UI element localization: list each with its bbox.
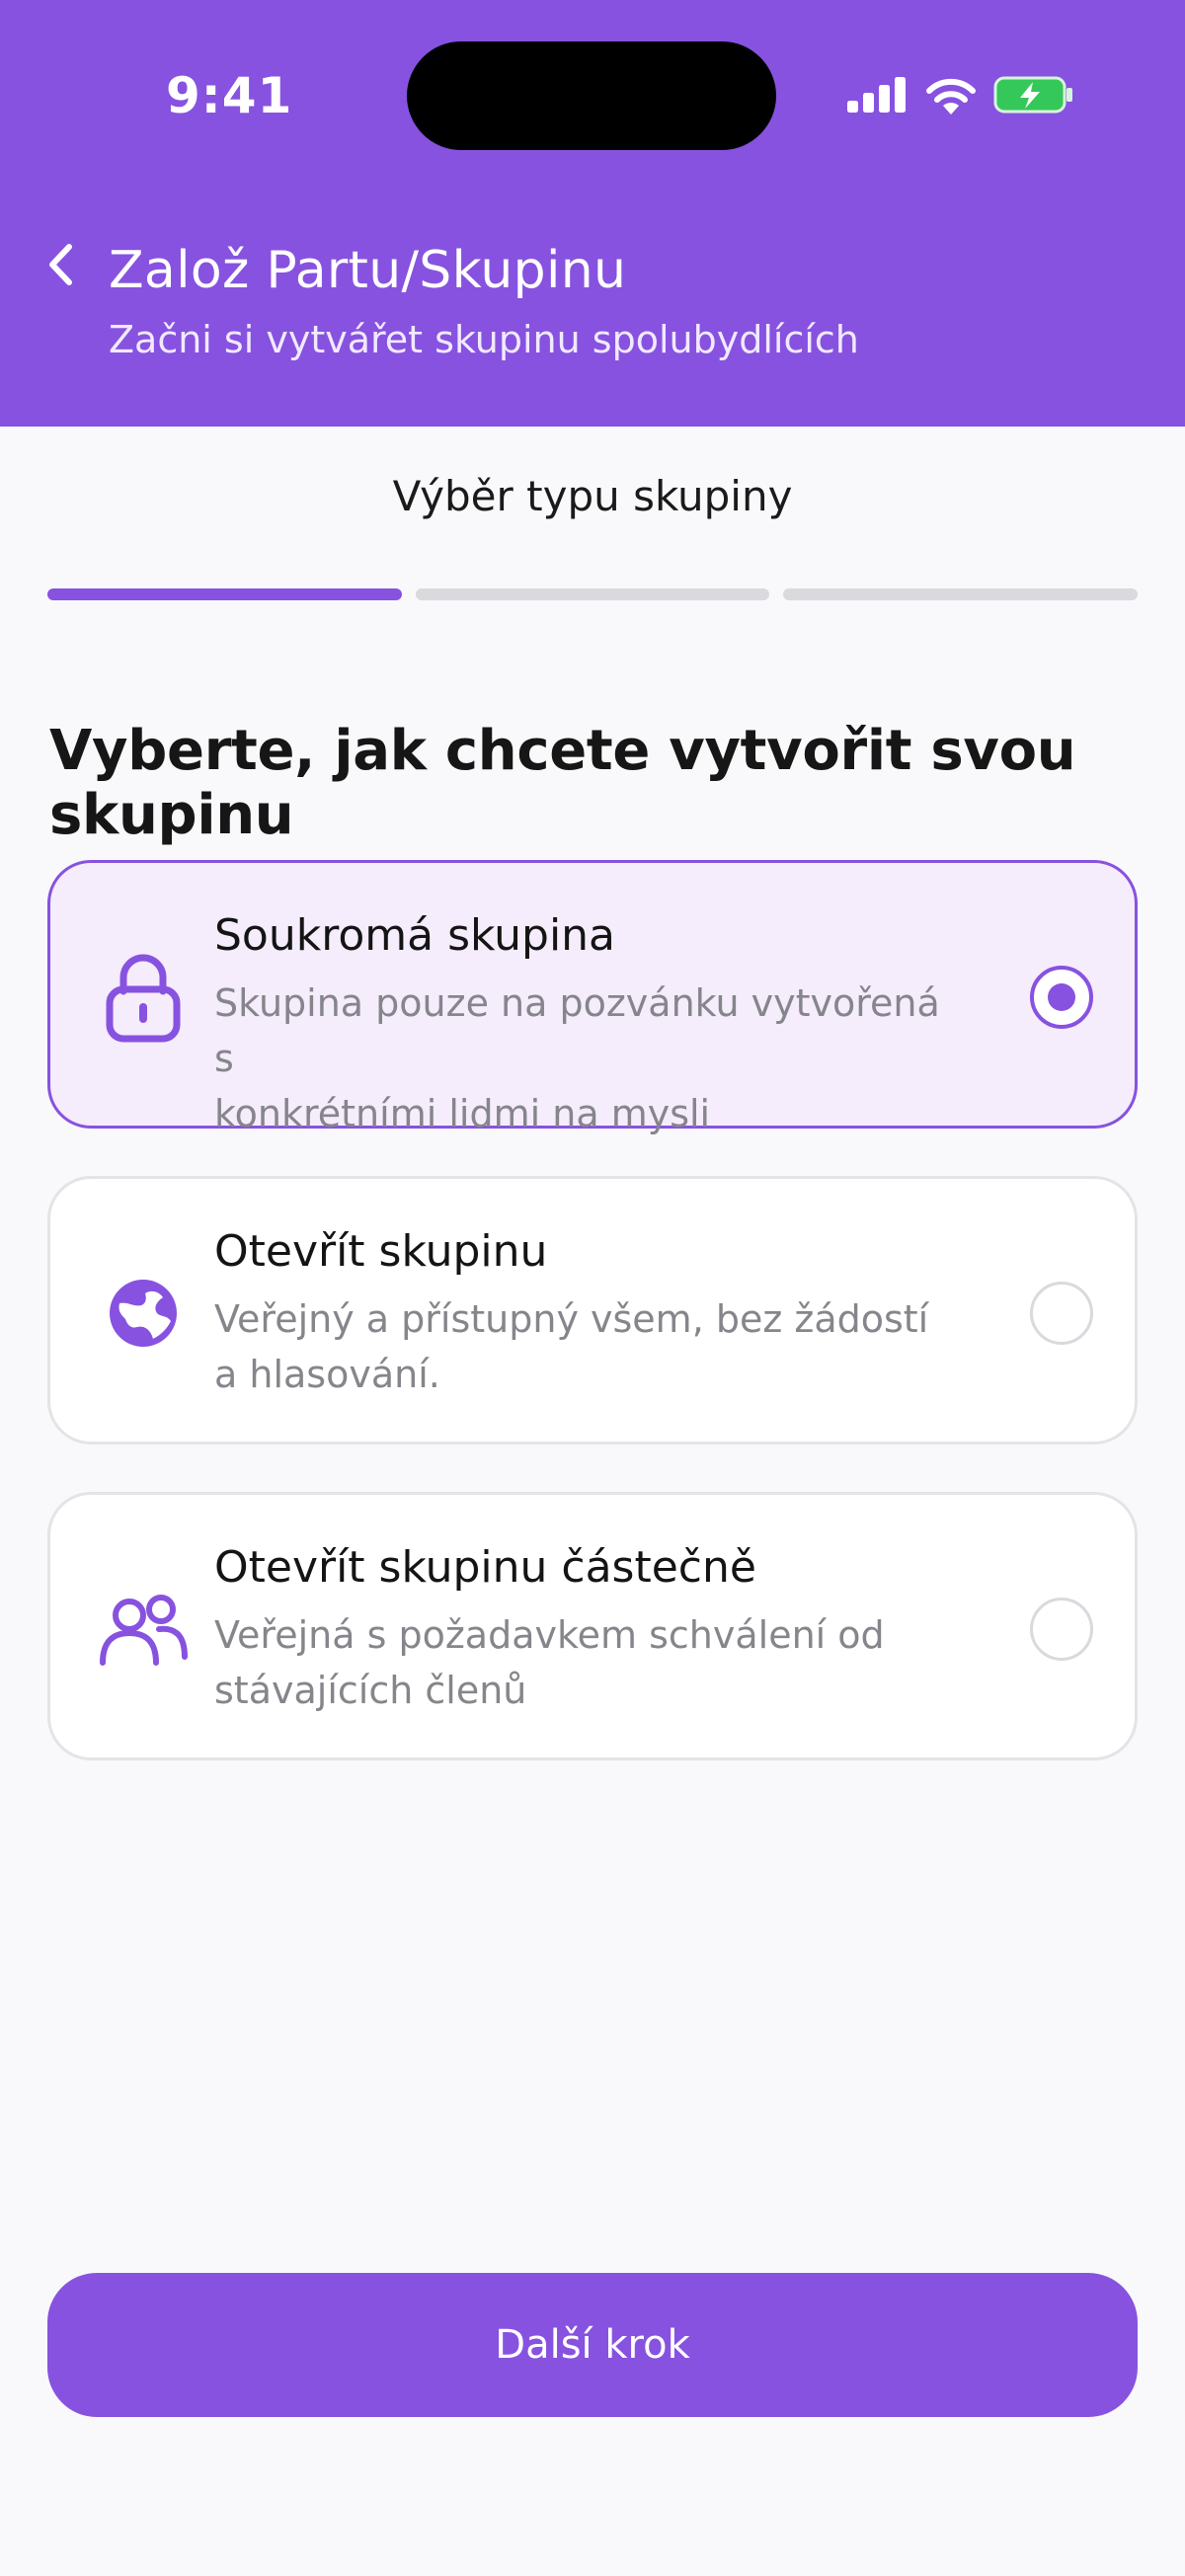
users-icon	[100, 1595, 188, 1666]
step-progress-segment-1	[47, 588, 402, 600]
battery-icon	[993, 76, 1072, 114]
step-progress-segment-3	[783, 588, 1139, 600]
dynamic-island	[407, 41, 776, 150]
option-title: Otevřít skupinu	[214, 1226, 548, 1277]
option-description: Veřejný a přístupný všem, bez žádostí a …	[214, 1297, 929, 1396]
option-description: Skupina pouze na pozvánku vytvořená s ko…	[214, 981, 940, 1135]
step-progress	[47, 588, 1139, 600]
option-title: Otevřít skupinu částečně	[214, 1542, 756, 1593]
step-title: Výběr typu skupiny	[392, 472, 793, 520]
page-title: Založ Partu/Skupinu	[109, 241, 627, 300]
chevron-left-icon	[49, 244, 72, 285]
status-icons	[847, 71, 1074, 118]
option-partially-open-group[interactable]: Otevřít skupinu částečně Veřejná s požad…	[47, 1492, 1138, 1760]
status-time: 9:41	[166, 67, 293, 124]
option-private-group[interactable]: Soukromá skupina Skupina pouze na pozván…	[47, 860, 1138, 1135]
radio-unselected[interactable]	[1030, 1598, 1093, 1661]
wifi-icon	[926, 78, 976, 115]
radio-unselected[interactable]	[1030, 1282, 1093, 1345]
radio-selected[interactable]	[1030, 966, 1093, 1029]
signal-icon	[847, 77, 906, 113]
option-description: Veřejná s požadavkem schválení od stávaj…	[214, 1613, 885, 1712]
page-subtitle: Začni si vytvářet skupinu spolubydlících	[109, 318, 859, 361]
question-heading: Vyberte, jak chcete vytvořit svou skupin…	[49, 719, 1076, 847]
step-progress-segment-2	[415, 588, 770, 600]
header: 9:41 Založ Partu/Skupinu Začni si vytvář…	[0, 0, 1185, 427]
globe-icon	[110, 1280, 177, 1347]
back-button[interactable]	[38, 235, 83, 294]
next-step-button[interactable]: Další krok	[47, 2273, 1138, 2417]
lock-icon	[106, 954, 181, 1043]
option-open-group[interactable]: Otevřít skupinu Veřejný a přístupný všem…	[47, 1176, 1138, 1444]
option-title: Soukromá skupina	[214, 910, 616, 961]
